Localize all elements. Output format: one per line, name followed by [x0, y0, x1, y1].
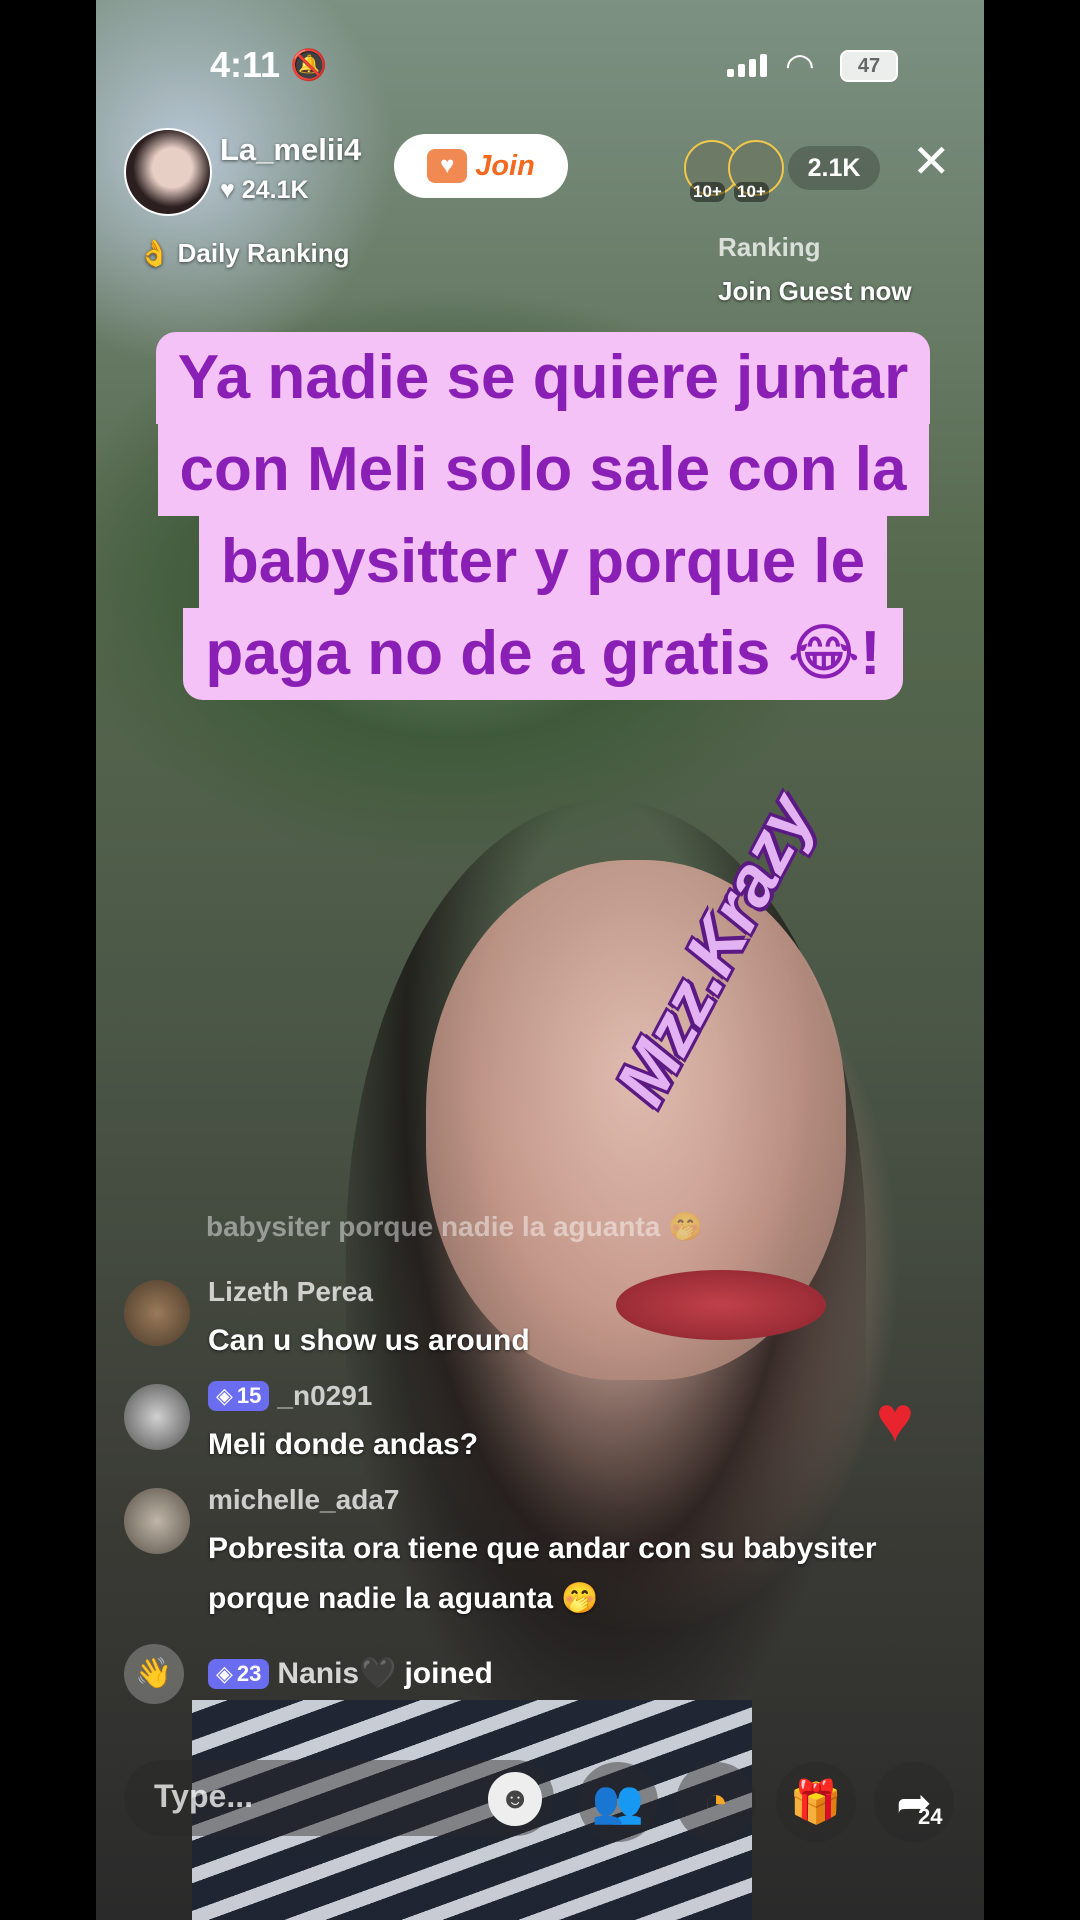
commenter-avatar	[124, 1488, 190, 1554]
silent-bell-icon: 🔕	[290, 49, 328, 82]
daily-ranking-link[interactable]: 👌 Daily Ranking	[138, 238, 350, 269]
commenter-username: _n0291	[277, 1380, 373, 1411]
comment-text: Meli donde andas?	[208, 1428, 479, 1461]
comment-input-placeholder: Type...	[154, 1778, 253, 1814]
status-bar: 4:11 🔕 ◠ 47	[0, 40, 1080, 90]
diamond-icon: ◈	[216, 1660, 233, 1686]
commenter-name: Lizeth Perea	[208, 1276, 373, 1308]
caption-line: babysitter y porque le	[198, 516, 888, 608]
wave-hand-icon[interactable]: 👋	[124, 1644, 184, 1704]
tiktok-coin-icon[interactable]: ◔	[676, 1762, 756, 1842]
wifi-icon: ◠	[785, 47, 815, 85]
join-button[interactable]: ♥ Join	[394, 134, 568, 198]
host-likes-count: 24.1K	[241, 176, 309, 204]
daily-ranking-label: Daily Ranking	[177, 238, 350, 268]
battery-indicator: 47	[840, 50, 898, 82]
comment-text: Can u show us around	[208, 1324, 530, 1357]
level-number: 23	[236, 1660, 262, 1686]
joined-action: joined	[404, 1656, 493, 1690]
level-number: 15	[236, 1383, 262, 1408]
caption-line: Ya nadie se quiere juntar	[155, 332, 931, 424]
commenter-name: ◈ 15 _n0291	[208, 1380, 372, 1412]
floating-heart-icon: ♥	[876, 1383, 914, 1455]
viewer-badge: 10+	[734, 182, 769, 202]
caption-overlay: Ya nadie se quiere juntar con Meli solo …	[84, 332, 1002, 700]
level-badge: ◈ 15	[208, 1381, 270, 1411]
caption-line: paga no de a gratis 😂!	[183, 608, 903, 700]
hand-icon: 👌	[138, 238, 171, 268]
ranking-link[interactable]: Ranking	[718, 232, 821, 263]
commenter-name: michelle_ada7	[208, 1484, 399, 1516]
host-name[interactable]: La_melii4	[220, 132, 361, 168]
host-likes: ♥ 24.1K	[220, 176, 309, 205]
share-count: 24	[918, 1804, 943, 1829]
heart-icon: ♥	[220, 176, 235, 204]
viewer-count[interactable]: 2.1K	[788, 146, 880, 190]
multi-guest-icon[interactable]: 👥	[578, 1762, 658, 1842]
host-avatar[interactable]	[124, 128, 212, 216]
diamond-icon: ◈	[216, 1383, 233, 1408]
close-icon[interactable]: ✕	[912, 138, 951, 184]
commenter-avatar	[124, 1384, 190, 1450]
top-viewers[interactable]: 10+ 10+	[684, 140, 792, 202]
share-arrow-icon[interactable]: ➦	[874, 1762, 954, 1842]
cellular-signal-icon	[727, 54, 767, 77]
comment-text: Pobresita ora tiene que andar con su bab…	[208, 1532, 877, 1615]
join-guest-link[interactable]: Join Guest now	[718, 276, 912, 307]
joined-username: Nanis🖤	[277, 1657, 397, 1690]
viewer-badge: 10+	[690, 182, 725, 202]
commenter-username: Lizeth Perea	[208, 1276, 373, 1307]
gift-icon[interactable]: 🎁	[776, 1762, 856, 1842]
join-heart-plus-icon: ♥	[427, 149, 468, 183]
level-badge: ◈ 23	[208, 1658, 270, 1689]
commenter-username: michelle_ada7	[208, 1484, 400, 1515]
status-time: 4:11	[210, 44, 281, 85]
emoji-icon[interactable]: ☻	[488, 1772, 542, 1826]
caption-line: con Meli solo sale con la	[157, 424, 929, 516]
commenter-avatar	[124, 1280, 190, 1346]
join-button-label: Join	[475, 149, 535, 182]
faded-chat-message: babysiter porque nadie la aguanta 🤭	[206, 1211, 703, 1242]
